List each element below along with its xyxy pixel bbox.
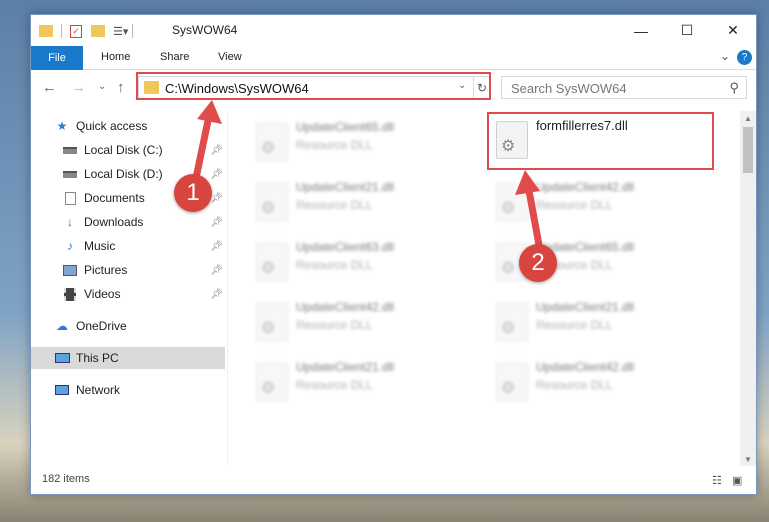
arrow-1-shaft — [192, 115, 213, 179]
step-1-badge: 1 — [174, 174, 212, 212]
arrow-2-shaft — [524, 184, 543, 246]
arrow-2-head — [515, 170, 540, 195]
annotation-arrows — [192, 100, 543, 246]
step-2-badge: 2 — [519, 244, 557, 282]
arrow-1-head — [197, 100, 222, 124]
